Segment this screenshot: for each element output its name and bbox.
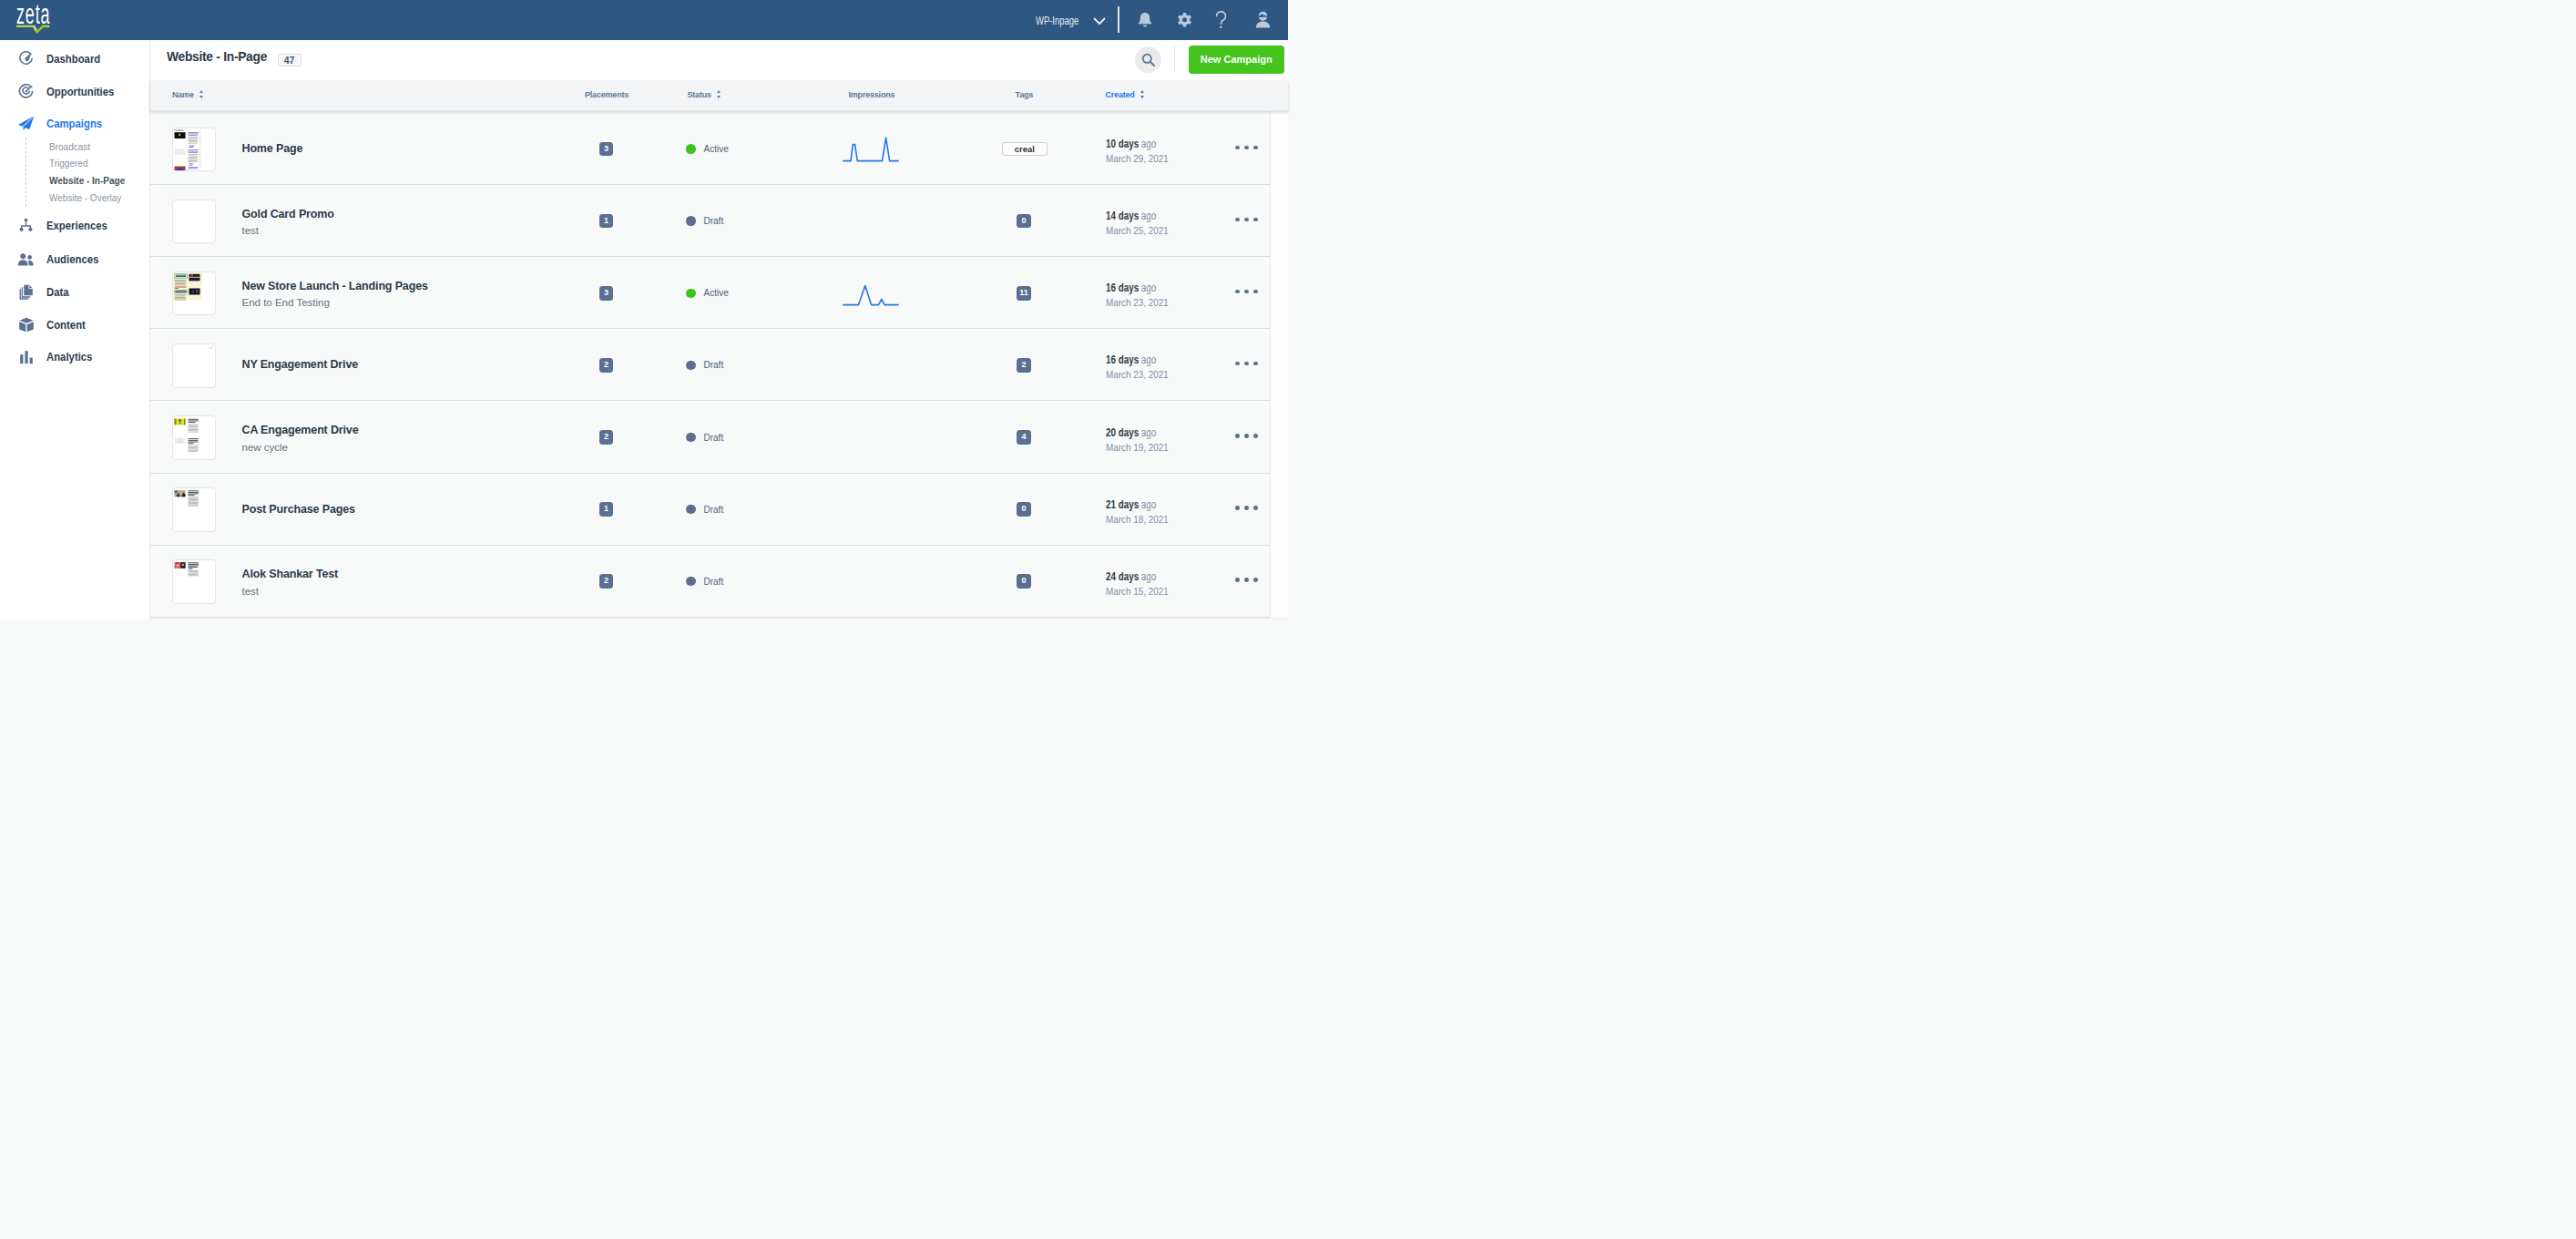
svg-text:zeta: zeta	[16, 0, 50, 29]
